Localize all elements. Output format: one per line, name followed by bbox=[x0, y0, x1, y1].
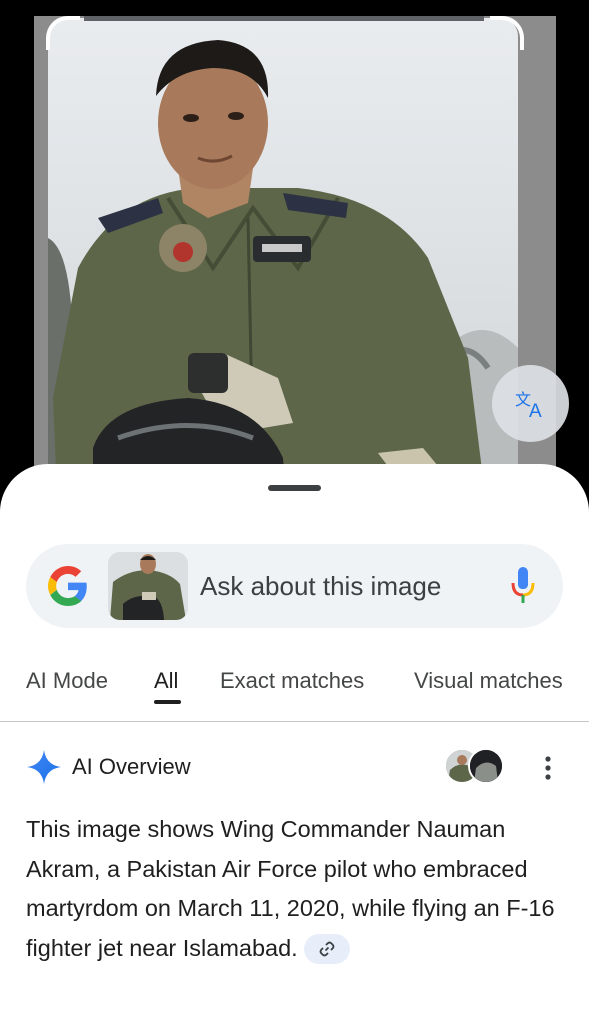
query-image-thumbnail[interactable] bbox=[108, 552, 188, 620]
google-g-logo bbox=[48, 566, 87, 606]
active-tab-indicator bbox=[154, 700, 181, 704]
source-link-chip[interactable] bbox=[303, 934, 350, 965]
source-avatar bbox=[468, 748, 504, 784]
source-avatars[interactable] bbox=[444, 748, 506, 786]
translate-button[interactable]: 文 A bbox=[492, 365, 569, 442]
ai-overview-header: AI Overview bbox=[0, 744, 589, 794]
image-preview-area: 文 A bbox=[0, 0, 589, 520]
tab-ai-mode[interactable]: AI Mode bbox=[26, 668, 108, 694]
translate-icon: 文 A bbox=[515, 390, 542, 419]
more-vert-icon[interactable] bbox=[536, 754, 560, 782]
ai-overview-paragraph: This image shows Wing Commander Nauman A… bbox=[26, 816, 555, 961]
results-tabs: AI Mode All Exact matches Visual matches bbox=[0, 662, 589, 722]
mic-icon[interactable] bbox=[510, 566, 536, 606]
link-icon bbox=[319, 941, 335, 957]
results-sheet: Ask about this image AI Mode All Exact m… bbox=[0, 464, 589, 1024]
image-search-bar[interactable]: Ask about this image bbox=[26, 544, 563, 628]
ai-overview-title: AI Overview bbox=[72, 754, 191, 779]
ai-overview-text: This image shows Wing Commander Nauman A… bbox=[26, 810, 566, 968]
tab-exact-matches[interactable]: Exact matches bbox=[220, 668, 364, 694]
search-input[interactable]: Ask about this image bbox=[200, 571, 441, 602]
search-image[interactable] bbox=[48, 18, 518, 518]
crop-top-edge bbox=[84, 16, 484, 21]
tab-visual-matches[interactable]: Visual matches bbox=[414, 668, 563, 694]
svg-text:A: A bbox=[529, 401, 542, 419]
sparkle-icon bbox=[27, 750, 61, 784]
sheet-drag-handle[interactable] bbox=[268, 485, 321, 491]
tab-all[interactable]: All bbox=[154, 668, 178, 694]
